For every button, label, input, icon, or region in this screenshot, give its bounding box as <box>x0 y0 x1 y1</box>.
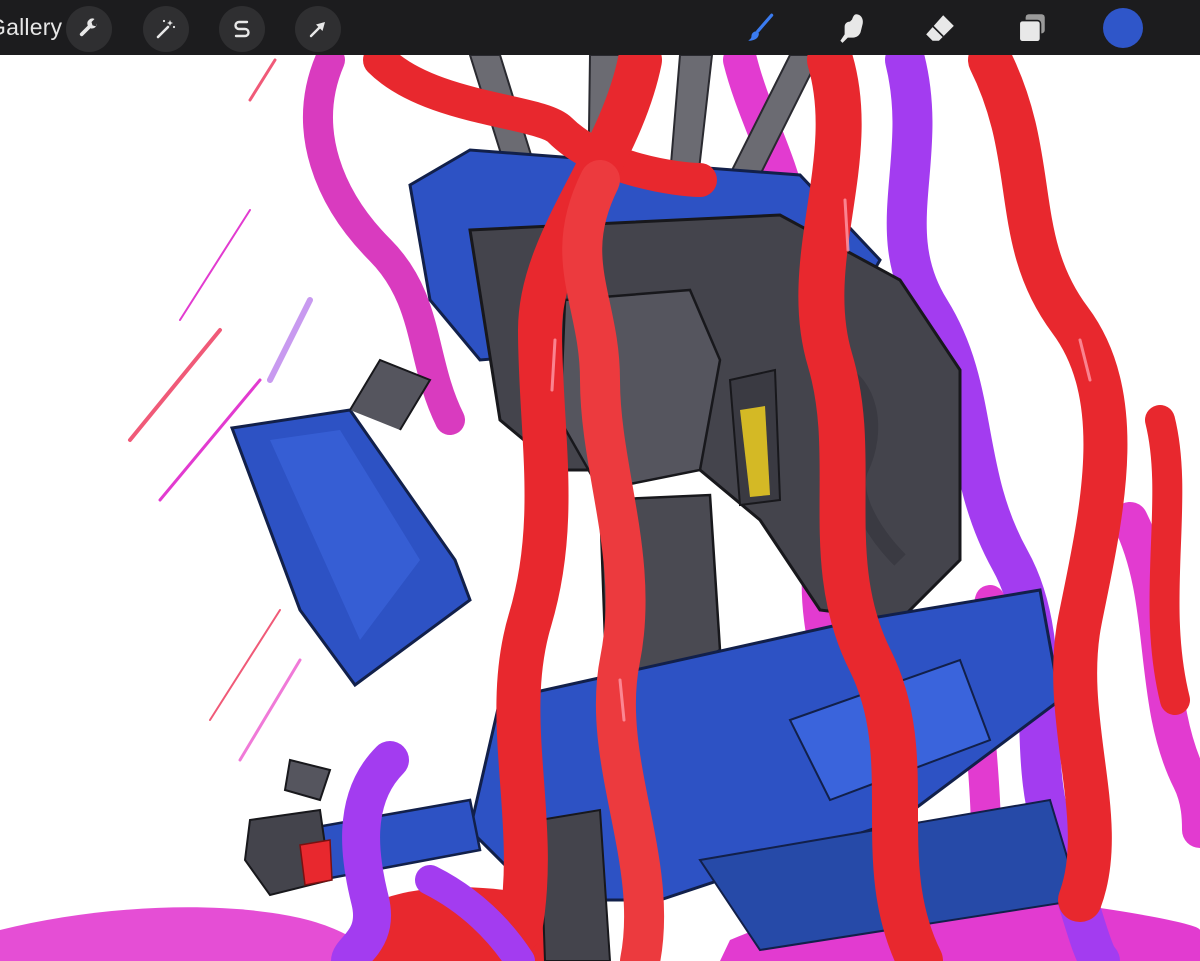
gallery-button[interactable]: Gallery <box>0 0 74 55</box>
smudge-tool[interactable] <box>831 8 871 48</box>
layers-tool[interactable] <box>1012 8 1052 48</box>
color-picker-swatch[interactable] <box>1103 8 1143 48</box>
transform-button[interactable] <box>295 6 341 52</box>
top-toolbar: Gallery <box>0 0 1200 55</box>
gallery-label: Gallery <box>0 14 63 40</box>
drawing-canvas[interactable] <box>0 55 1200 961</box>
eraser-tool[interactable] <box>920 8 960 48</box>
adjustments-button[interactable] <box>143 6 189 52</box>
selection-button[interactable] <box>219 6 265 52</box>
brush-tool[interactable] <box>741 8 781 48</box>
eraser-icon <box>926 15 954 41</box>
brush-icon <box>748 13 774 41</box>
layers-icon <box>1018 14 1045 43</box>
smudge-finger-icon <box>840 14 863 43</box>
selection-s-icon <box>234 20 250 38</box>
actions-button[interactable] <box>66 6 112 52</box>
magic-wand-icon <box>156 19 176 39</box>
arrow-cursor-icon <box>309 22 325 38</box>
wrench-icon <box>79 18 97 37</box>
artwork <box>0 55 1200 961</box>
